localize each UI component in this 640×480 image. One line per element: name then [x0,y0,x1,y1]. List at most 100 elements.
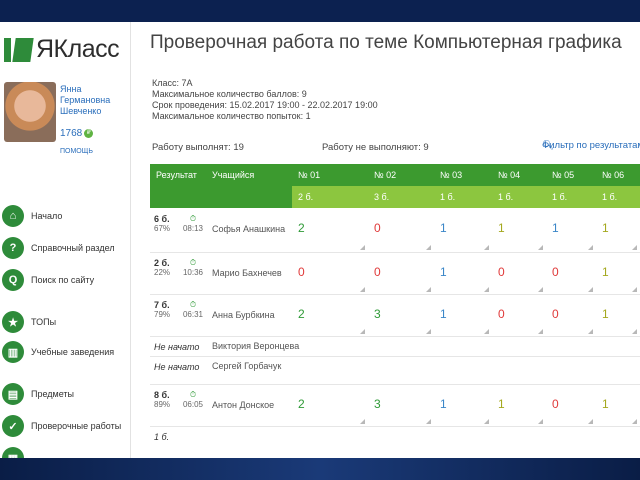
table-row[interactable]: 7 б. 79% ⏱ 06:31 Анна Бурбкина 2 3 1 0 0 1 [150,294,640,337]
header-task-2[interactable]: № 02 [368,164,434,186]
task-mark-5[interactable]: 0 [552,307,559,321]
cell-corner-marker [360,419,365,424]
table-row[interactable]: 8 б. 89% ⏱ 06:05 Антон Донское 2 3 1 1 0 1 [150,384,640,427]
cell-corner-marker [360,287,365,292]
table-row[interactable]: 2 б. 22% ⏱ 10:36 Марио Бахнечев 0 0 1 0 0 1 [150,252,640,295]
result-time: 06:05 [182,400,204,409]
task-mark-6[interactable]: 1 [602,221,609,235]
task-mark-1[interactable]: 2 [298,221,305,235]
task-mark-1[interactable]: 2 [298,307,305,321]
task-mark-2[interactable]: 3 [374,397,381,411]
user-name[interactable]: Янна Германовна Шевченко [60,84,126,117]
task-mark-2[interactable]: 3 [374,307,381,321]
task-mark-3[interactable]: 1 [440,307,447,321]
task-mark-4[interactable]: 1 [498,221,505,235]
info-max-points: Максимальное количество баллов: 9 [152,89,307,99]
table-row[interactable]: 1 б. [150,426,640,458]
sidebar-item-8[interactable]: ▦ [0,444,130,458]
task-mark-2[interactable]: 0 [374,221,381,235]
check-icon: ✓ [2,415,24,437]
table-row[interactable]: 6 б. 67% ⏱ 08:13 Софья Анашкина 2 0 1 1 1 1 [150,208,640,253]
logo[interactable]: ЯКласс [4,34,120,64]
task-mark-4[interactable]: 0 [498,265,505,279]
header-task-3[interactable]: № 03 [434,164,492,186]
not-done-count: Работу не выполняют: 9 [322,142,429,153]
task-mark-6[interactable]: 1 [602,307,609,321]
avatar[interactable] [4,82,56,142]
header-task-6[interactable]: № 06 [596,164,640,186]
result-cell: Не начато [154,362,206,372]
sidebar-item-6[interactable]: ▤ Предметы [0,380,130,408]
header-student-blank [206,186,292,208]
info-period: Срок проведения: 15.02.2017 19:00 - 22.0… [152,100,378,110]
cell-corner-marker [588,329,593,334]
task-mark-1[interactable]: 2 [298,397,305,411]
result-time-cell: ⏱ 10:36 [180,258,206,277]
sidebar-item-label: Учебные заведения [31,347,115,357]
header-task-5[interactable]: № 05 [546,164,596,186]
sidebar: ЯКласс Янна Германовна Шевченко 1768 ₽ П… [0,22,131,458]
sidebar-item-4[interactable]: ★ ТОПы [0,308,130,336]
user-panel: Янна Германовна Шевченко 1768 ₽ ПОМОЩЬ [4,82,128,162]
result-percent: 79% [154,310,171,319]
timer-icon: ⏱ [189,214,197,223]
home-icon: ⌂ [2,205,24,227]
sidebar-item-7[interactable]: ✓ Проверочные работы [0,412,130,440]
header-result[interactable]: Результат [150,164,206,186]
task-mark-3[interactable]: 1 [440,397,447,411]
task-mark-6[interactable]: 1 [602,397,609,411]
sidebar-item-3[interactable]: Q Поиск по сайту [0,266,130,294]
task-mark-5[interactable]: 1 [552,221,559,235]
header-student[interactable]: Учащийся [206,164,292,186]
header-task-1[interactable]: № 01 [292,164,368,186]
sidebar-item-2[interactable]: ? Справочный раздел [0,234,130,262]
student-name[interactable]: Марио Бахнечев [212,268,282,278]
page-title: Проверочная работа по теме Компьютерная … [150,32,622,53]
timer-icon: ⏱ [189,300,197,309]
sidebar-item-label: ТОПы [31,317,57,327]
table-header: Результат Учащийся № 01 № 02 № 03 № 04 № 05 № 0… [150,164,640,186]
student-name[interactable]: Сергей Горбачук [212,361,281,371]
cell-corner-marker [588,419,593,424]
header-task-4[interactable]: № 04 [492,164,546,186]
student-name[interactable]: Софья Анашкина [212,224,285,234]
task-mark-2[interactable]: 0 [374,265,381,279]
book-icon: ▤ [2,383,24,405]
task-mark-4[interactable]: 0 [498,307,505,321]
table-row[interactable]: Не начато Виктория Веронцева [150,336,640,357]
task-mark-5[interactable]: 0 [552,265,559,279]
task-mark-6[interactable]: 1 [602,265,609,279]
student-name[interactable]: Антон Донское [212,400,274,410]
cell-corner-marker [538,245,543,250]
table-row[interactable]: Не начато Сергей Горбачук [150,356,640,385]
info-class: Класс: 7А [152,78,193,88]
result-time: 08:13 [182,224,204,233]
task-mark-5[interactable]: 0 [552,397,559,411]
result-time-cell: ⏱ 06:31 [180,300,206,319]
cell-corner-marker [426,287,431,292]
task-mark-3[interactable]: 1 [440,221,447,235]
table-subheader: 2 б. 3 б. 1 б. 1 б. 1 б. 1 б. [150,186,640,208]
cell-corner-marker [538,419,543,424]
logo-text: ЯКласс [36,34,120,63]
sidebar-item-label: Проверочные работы [31,421,122,431]
cell-corner-marker [426,419,431,424]
coin-icon: ₽ [84,129,94,138]
result-percent: 67% [154,224,171,233]
help-link[interactable]: ПОМОЩЬ [60,148,93,155]
student-name[interactable]: Анна Бурбкина [212,310,275,320]
window-bottom-bar [0,458,640,480]
task-mark-1[interactable]: 0 [298,265,305,279]
result-time: 10:36 [182,268,204,277]
search-icon: Q [2,269,24,291]
result-score: Не начато [154,362,200,372]
task-mark-3[interactable]: 1 [440,265,447,279]
header-max-points-1: 2 б. [292,186,368,208]
student-name[interactable]: Виктория Веронцева [212,341,299,351]
sidebar-item-5[interactable]: ▥ Учебные заведения [0,338,130,366]
result-percent: 89% [154,400,171,409]
sidebar-item-1[interactable]: ⌂ Начало [0,202,130,230]
header-max-points-3: 1 б. [434,186,492,208]
task-mark-4[interactable]: 1 [498,397,505,411]
cell-corner-marker [588,245,593,250]
